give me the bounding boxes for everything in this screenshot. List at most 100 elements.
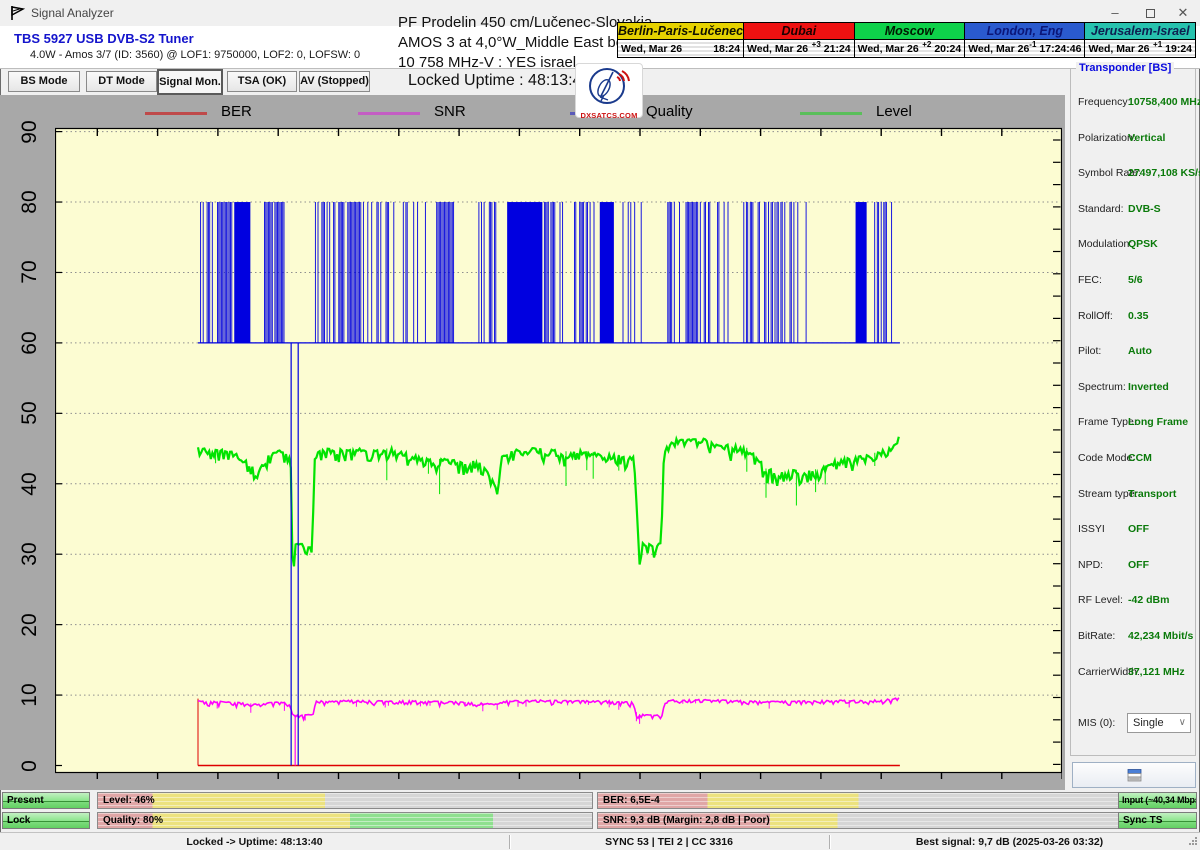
ber-bar: BER: 6,5E-4 (597, 792, 1120, 809)
clock-time-row: Wed, Mar 26+220:24 (855, 40, 965, 57)
signal-chart (55, 126, 1062, 782)
tab-av-stopped-[interactable]: AV (Stopped) (299, 71, 370, 92)
transponder-row-label: BitRate: (1078, 630, 1115, 642)
transponder-row-value: Auto (1128, 345, 1152, 357)
tab-bs-mode[interactable]: BS Mode (8, 71, 80, 92)
y-axis-tick-label: 50 (18, 391, 40, 435)
signal-analyzer-window: Signal Analyzer – ✕ TBS 5927 USB DVB-S2 … (0, 0, 1200, 850)
logo-text: DXSATCS.COM (576, 111, 642, 120)
present-badge: Present (2, 792, 90, 809)
capture-button[interactable] (1072, 762, 1196, 788)
transponder-groupbox: Frequency:10758,400 MHzPolarization:Vert… (1070, 68, 1196, 756)
clock-date: Wed, Mar 26 (621, 43, 710, 55)
mis-dropdown[interactable]: Single∨ (1127, 713, 1191, 733)
transponder-row-value: 0.35 (1128, 310, 1148, 322)
site-info-line2: AMOS 3 at 4,0°W_Middle East beam (398, 33, 652, 53)
transponder-row-label: RF Level: (1078, 594, 1123, 606)
tab-dt-mode[interactable]: DT Mode (86, 71, 157, 92)
clock-date: Wed, Mar 26 (1088, 43, 1153, 55)
status-bar: Locked -> Uptime: 48:13:40 SYNC 53 | TEI… (0, 832, 1200, 850)
clock-time: 17:24:46 (1039, 43, 1081, 55)
transponder-row-value: Long Frame (1128, 416, 1188, 428)
transponder-row-value: OFF (1128, 523, 1149, 535)
clock-time-row: Wed, Mar 26+321:24 (744, 40, 854, 57)
record-device-icon (1127, 769, 1142, 782)
mis-label: MIS (0): (1078, 717, 1115, 729)
lock-badge: Lock (2, 812, 90, 829)
transponder-row-label: RollOff: (1078, 310, 1113, 322)
transponder-row-label: Modulation: (1078, 238, 1132, 250)
locked-uptime-text: Locked Uptime : 48:13:40 (408, 72, 590, 90)
transponder-row-value: 37,121 MHz (1128, 666, 1185, 678)
chevron-down-icon: ∨ (1179, 714, 1186, 732)
tab-tsa-ok-[interactable]: TSA (OK) (227, 71, 297, 92)
site-info-line1: PF Prodelin 450 cm/Lučenec-Slovakia (398, 13, 652, 33)
transponder-row-label: NPD: (1078, 559, 1103, 571)
transponder-row-value: -42 dBm (1128, 594, 1169, 606)
clock-utc-offset: +1 (1153, 40, 1162, 49)
transponder-row-value: OFF (1128, 559, 1149, 571)
transponder-row-label: Spectrum: (1078, 381, 1126, 393)
dxsatcs-logo: DXSATCS.COM (575, 63, 643, 118)
transponder-row-label: Frequency: (1078, 96, 1131, 108)
transponder-row-value: 5/6 (1128, 274, 1143, 286)
clock-utc-offset: +3 (812, 40, 821, 49)
y-axis-tick-label: 40 (18, 462, 40, 506)
clock-city: Jerusalem-Israel (1085, 23, 1195, 40)
sync-ts-badge: Sync TS (1118, 812, 1197, 829)
quality-bar: Quality: 80% (97, 812, 593, 829)
clock-utc-offset: +2 (922, 40, 931, 49)
transponder-row-label: ISSYI (1078, 523, 1105, 535)
status-best-signal: Best signal: 9,7 dB (2025-03-26 03:32) (829, 833, 1190, 850)
clock-city: Moscow (855, 23, 965, 40)
clock-london-eng: London, EngWed, Mar 26-117:24:46 (965, 23, 1085, 57)
y-axis-tick-label: 20 (18, 603, 40, 647)
clock-moscow: MoscowWed, Mar 26+220:24 (855, 23, 966, 57)
transponder-row-label: Pilot: (1078, 345, 1101, 357)
clock-city: Berlin-Paris-Lučenec (618, 23, 743, 40)
app-icon (9, 5, 25, 21)
clock-jerusalem-israel: Jerusalem-IsraelWed, Mar 26+119:24 (1085, 23, 1195, 57)
tuner-subtitle: 4.0W - Amos 3/7 (ID: 3560) @ LOF1: 97500… (30, 49, 360, 61)
transponder-title: Transponder [BS] (1076, 62, 1174, 74)
legend-swatch (800, 112, 862, 115)
legend-label: Level (876, 103, 912, 120)
status-separator (829, 835, 830, 849)
transponder-row-value: Inverted (1128, 381, 1169, 393)
level-bar: Level: 46% (97, 792, 593, 809)
y-axis-tick-label: 60 (18, 321, 40, 365)
transponder-row-label: FEC: (1078, 274, 1102, 286)
transponder-row-value: CCM (1128, 452, 1152, 464)
clock-utc-offset: -1 (1029, 40, 1036, 49)
clock-time-row: Wed, Mar 26-117:24:46 (965, 40, 1084, 57)
transponder-row-value: 42,234 Mbit/s (1128, 630, 1193, 642)
status-separator (509, 835, 510, 849)
legend-label: Quality (646, 103, 693, 120)
legend-swatch (358, 112, 420, 115)
clock-city: London, Eng (965, 23, 1084, 40)
clock-time: 20:24 (934, 43, 961, 55)
transponder-row-value: 10758,400 MHz (1128, 96, 1200, 108)
resize-grip[interactable] (1188, 836, 1198, 846)
legend-label: BER (221, 103, 252, 120)
clock-date: Wed, Mar 26 (968, 43, 1029, 55)
transponder-row-value: DVB-S (1128, 203, 1161, 215)
y-axis-tick-label: 0 (18, 744, 40, 788)
tab-signal-mon-[interactable]: Signal Mon. (157, 69, 223, 95)
y-axis-tick-label: 10 (18, 673, 40, 717)
transponder-row-value: Transport (1128, 488, 1176, 500)
legend-swatch (145, 112, 207, 115)
clock-time: 18:24 (713, 43, 740, 55)
y-axis-tick-label: 30 (18, 532, 40, 576)
transponder-row-value: QPSK (1128, 238, 1158, 250)
input-badge: Input (~40,34 Mbps) (1118, 792, 1197, 809)
y-axis-tick-label: 90 (18, 110, 40, 154)
clock-date: Wed, Mar 26 (747, 43, 812, 55)
status-sync: SYNC 53 | TEI 2 | CC 3316 (509, 833, 829, 850)
transponder-row-value: 27497,108 KS/s (1128, 167, 1200, 179)
clock-time: 19:24 (1165, 43, 1192, 55)
clock-time-row: Wed, Mar 26+119:24 (1085, 40, 1195, 57)
window-title: Signal Analyzer (31, 0, 114, 26)
clock-city: Dubai (744, 23, 854, 40)
clock-time: 21:24 (824, 43, 851, 55)
